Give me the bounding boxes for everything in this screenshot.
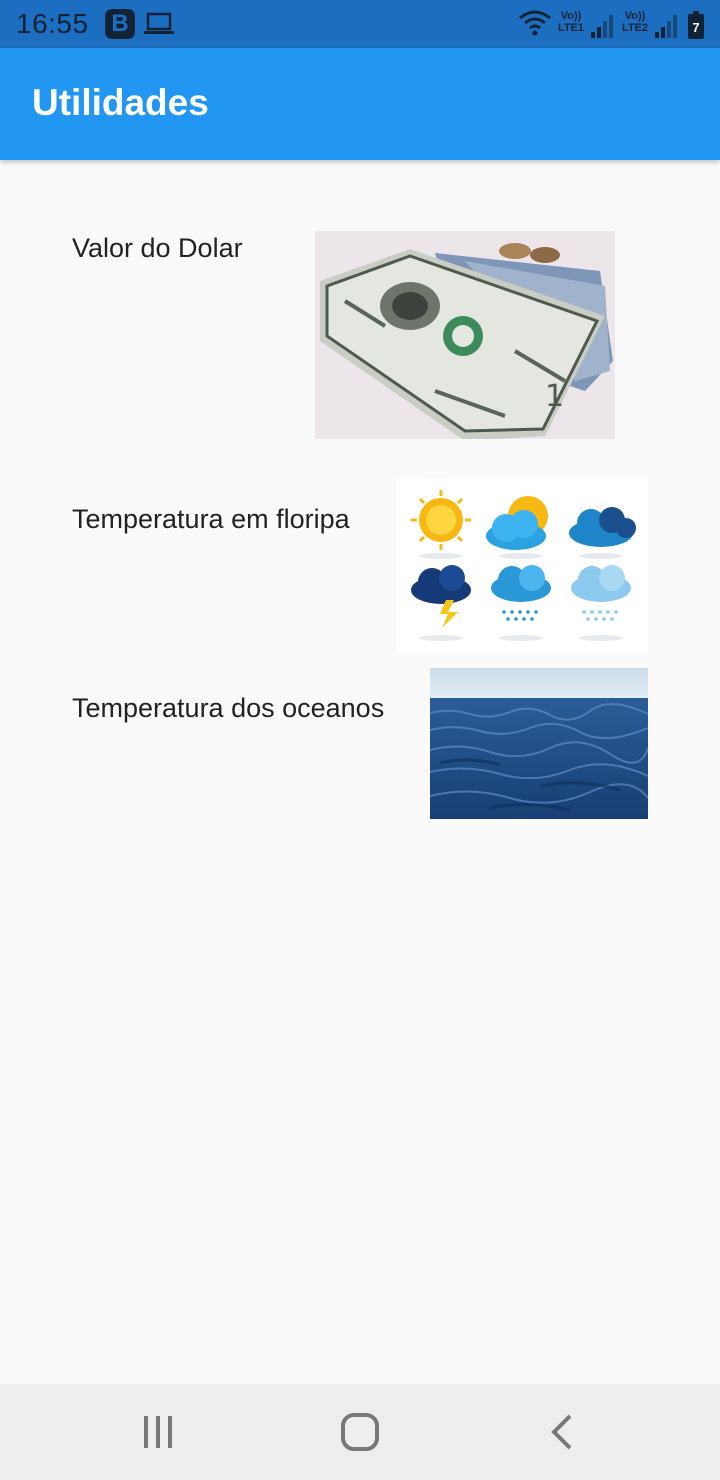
home-icon[interactable] (340, 1412, 380, 1452)
b-app-icon: B (105, 9, 135, 39)
back-icon[interactable] (548, 1414, 576, 1450)
signal-icon-2 (655, 15, 677, 38)
recents-icon[interactable] (140, 1414, 176, 1450)
sim2-net: LTE2 (621, 22, 649, 34)
battery-level: 7 (692, 20, 700, 35)
sim1-indicator: Vo)) LTE1 (554, 10, 588, 34)
status-time: 16:55 (16, 8, 89, 39)
list-item-label: Valor do Dolar (72, 233, 243, 263)
signal-icon (591, 15, 613, 38)
battery-icon: 7 (688, 11, 704, 39)
list-item-label: Temperatura em floripa (72, 504, 350, 534)
sim2-indicator: Vo)) LTE2 (618, 10, 652, 34)
svg-text:1: 1 (545, 379, 564, 414)
weather-icons-image (396, 478, 648, 653)
list-item-label: Temperatura dos oceanos (72, 693, 385, 723)
status-bar: 16:55 B Vo)) LTE1 Vo)) LTE2 7 (0, 0, 720, 48)
sim1-volte: Vo)) (560, 10, 582, 22)
laptop-icon (144, 12, 174, 34)
sim2-volte: Vo)) (624, 10, 646, 22)
status-icons: Vo)) LTE1 Vo)) LTE2 7 (518, 8, 708, 40)
dollar-bills-image: 1 (315, 231, 615, 439)
ocean-image (430, 668, 648, 819)
wifi-icon (519, 10, 551, 36)
sim1-net: LTE1 (557, 22, 585, 34)
page-title: Utilidades (32, 82, 209, 123)
app-bar: Utilidades (0, 48, 720, 160)
system-nav-bar (0, 1384, 720, 1480)
